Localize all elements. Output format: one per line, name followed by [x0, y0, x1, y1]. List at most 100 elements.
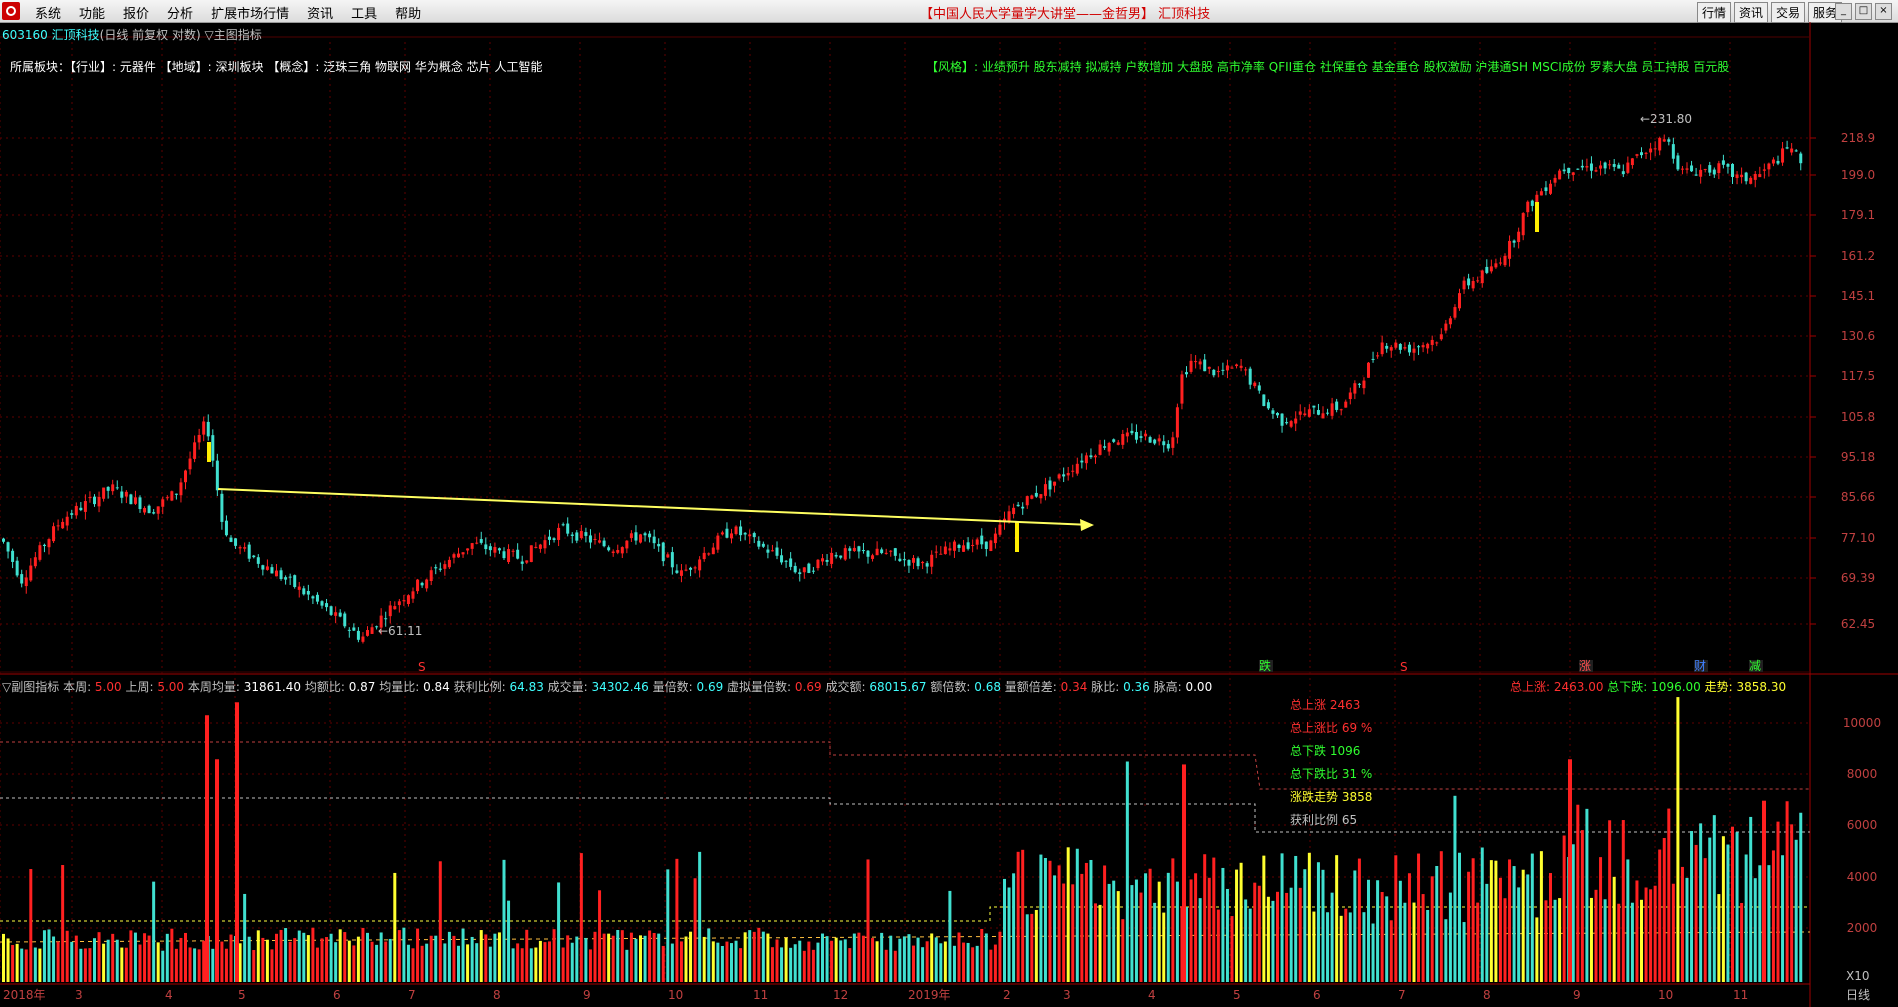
- volume-bar: [1212, 857, 1216, 982]
- candle-body: [1703, 168, 1707, 170]
- volume-bar: [438, 861, 442, 982]
- candle-body: [684, 569, 688, 571]
- sub-indicator-dropdown[interactable]: ▽副图指标: [2, 680, 59, 694]
- volume-bar: [739, 948, 743, 982]
- date-tick-label: 12: [833, 988, 848, 1002]
- event-marker: 减: [1749, 659, 1761, 673]
- quick-button[interactable]: 行情: [1696, 2, 1731, 23]
- volume-bar: [1175, 881, 1179, 982]
- candle-body: [1767, 163, 1771, 170]
- candle-body: [852, 547, 856, 552]
- candle-body: [325, 603, 329, 608]
- volume-tick-label: 6000: [1847, 818, 1878, 832]
- volume-bar: [579, 853, 583, 982]
- window-title: 【中国人民大学量学大讲堂——金哲男】 汇顶科技: [920, 7, 1211, 22]
- candle-body: [889, 550, 893, 552]
- candle-body: [1671, 144, 1675, 159]
- date-tick-label: 3: [1063, 988, 1071, 1002]
- volume-bar: [361, 927, 365, 982]
- volume-bar: [1781, 855, 1785, 982]
- volume-bar: [2, 933, 5, 982]
- candle-body: [1535, 194, 1539, 204]
- sub-indicator-right: 总上涨: 2463.00 总下跌: 1096.00 走势: 3858.30: [1510, 678, 1786, 695]
- candle-body: [1544, 187, 1548, 192]
- volume-bar: [270, 949, 274, 982]
- candle-body: [516, 549, 520, 559]
- candle-body: [265, 566, 269, 570]
- menu-item[interactable]: 报价: [114, 3, 158, 22]
- volume-bar: [766, 933, 770, 982]
- candle-body: [616, 549, 620, 553]
- candle-body: [1225, 365, 1229, 371]
- candle-body: [957, 544, 961, 548]
- candle-body: [315, 594, 319, 602]
- volume-bar: [6, 938, 10, 982]
- candle-body: [1512, 240, 1516, 243]
- volume-bar: [1084, 862, 1088, 982]
- menu-item[interactable]: 资讯: [298, 3, 342, 22]
- sub-indicator-line: ▽副图指标 本周: 5.00 上周: 5.00 本周均量: 31861.40 均…: [2, 678, 1212, 695]
- menu-item[interactable]: 帮助: [386, 3, 430, 22]
- candle-body: [711, 547, 715, 555]
- sub-indicator-value: 5.00: [157, 680, 185, 694]
- candle-body: [88, 497, 92, 499]
- candle-body: [1794, 150, 1798, 152]
- volume-bar: [1071, 884, 1075, 982]
- volume-bar: [1362, 912, 1366, 982]
- volume-bar: [229, 934, 233, 982]
- volume-bar: [557, 882, 561, 982]
- sub-indicator-value: 0.36: [1123, 680, 1150, 694]
- volume-bar: [1740, 902, 1744, 982]
- volume-bar: [1280, 853, 1284, 982]
- quick-button[interactable]: 资讯: [1733, 2, 1768, 23]
- volume-bar: [1130, 885, 1134, 982]
- candle-body: [998, 524, 1002, 535]
- volume-bar: [1057, 865, 1061, 982]
- volume-bar: [1799, 812, 1803, 982]
- volume-bar: [97, 932, 101, 982]
- candle-body: [1371, 358, 1375, 360]
- minimize-icon[interactable]: _: [1835, 3, 1852, 20]
- candle-body: [65, 516, 69, 526]
- menu-item[interactable]: 扩展市场行情: [202, 3, 298, 22]
- candle-body: [1116, 442, 1120, 445]
- volume-bar: [1043, 857, 1047, 982]
- volume-bar: [1207, 877, 1211, 982]
- quick-button[interactable]: 交易: [1770, 2, 1805, 23]
- candle-body: [952, 541, 956, 551]
- date-tick-label: 4: [1148, 988, 1156, 1002]
- candle-body: [784, 560, 788, 562]
- volume-bar: [561, 947, 565, 982]
- stock-chart-area[interactable]: 218.9 199.0 179.1 161.2 145.1 130.6 117.5 105.8…: [0, 22, 1898, 1007]
- volume-bar: [1471, 858, 1475, 982]
- price-tick-label: 105.8: [1841, 410, 1875, 424]
- candle-body: [702, 552, 706, 560]
- maximize-icon[interactable]: □: [1855, 3, 1872, 20]
- menu-item[interactable]: 系统: [26, 3, 70, 22]
- volume-bar: [133, 932, 137, 982]
- menu-item[interactable]: 功能: [70, 3, 114, 22]
- price-tick-label: 161.2: [1841, 249, 1875, 263]
- candle-body: [102, 487, 106, 499]
- volume-bar: [1330, 892, 1334, 982]
- candle-body: [1198, 361, 1202, 365]
- volume-bar: [1230, 916, 1234, 982]
- volume-bar: [675, 858, 679, 982]
- menu-item[interactable]: 工具: [342, 3, 386, 22]
- candle-body: [1753, 173, 1757, 180]
- candle-body: [1667, 139, 1671, 142]
- candle-body: [1043, 484, 1047, 496]
- candle-body: [1676, 155, 1680, 170]
- candle-body: [302, 588, 306, 595]
- candle-body: [761, 543, 765, 547]
- candle-body: [1276, 412, 1279, 416]
- volume-bar: [466, 944, 470, 982]
- menu-item[interactable]: 分析: [158, 3, 202, 22]
- candle-body: [880, 549, 884, 554]
- candle-body: [1462, 280, 1466, 290]
- volume-bar: [607, 933, 611, 982]
- close-icon[interactable]: ×: [1875, 3, 1892, 20]
- main-indicator-dropdown[interactable]: ▽主图指标: [204, 28, 261, 42]
- volume-bar: [943, 941, 947, 982]
- candle-body: [1430, 339, 1434, 345]
